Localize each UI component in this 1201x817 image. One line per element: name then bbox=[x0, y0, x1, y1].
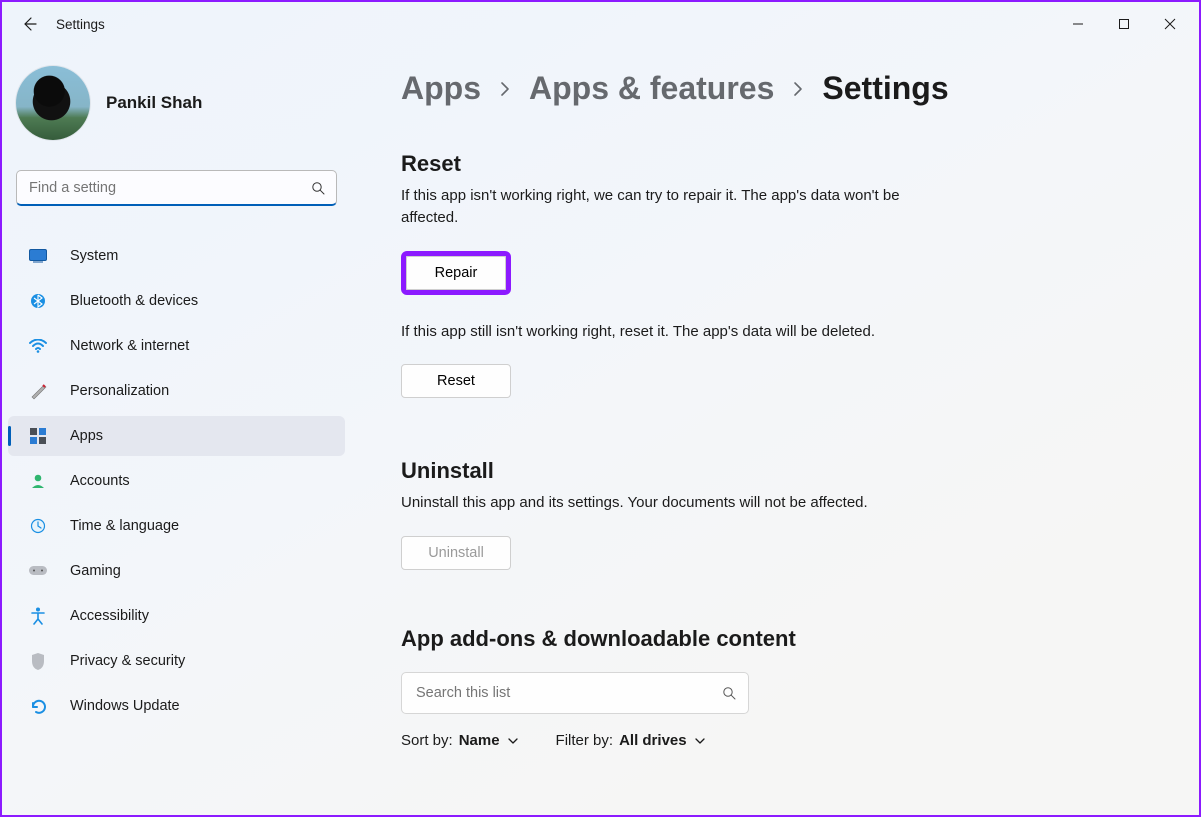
breadcrumb-apps[interactable]: Apps bbox=[401, 70, 481, 107]
sidebar-item-label: Bluetooth & devices bbox=[70, 293, 198, 309]
avatar bbox=[16, 66, 90, 140]
addons-search-input[interactable] bbox=[402, 685, 710, 701]
breadcrumb-current: Settings bbox=[822, 70, 948, 107]
minimize-button[interactable] bbox=[1055, 8, 1101, 40]
search-box[interactable] bbox=[16, 170, 337, 206]
sidebar-item-gaming[interactable]: Gaming bbox=[8, 551, 345, 591]
back-icon bbox=[21, 16, 37, 32]
clock-icon bbox=[28, 516, 48, 536]
sidebar-item-bluetooth[interactable]: Bluetooth & devices bbox=[8, 281, 345, 321]
repair-button[interactable]: Repair bbox=[406, 256, 506, 290]
chevron-right-icon bbox=[792, 81, 804, 97]
filter-label: Filter by: bbox=[556, 732, 614, 749]
back-button[interactable] bbox=[8, 6, 50, 42]
reset-heading: Reset bbox=[401, 151, 1159, 177]
sidebar-item-privacy[interactable]: Privacy & security bbox=[8, 641, 345, 681]
sidebar-nav: System Bluetooth & devices Network & int… bbox=[2, 236, 351, 726]
sidebar-item-label: Accessibility bbox=[70, 608, 149, 624]
uninstall-button: Uninstall bbox=[401, 536, 511, 570]
apps-icon bbox=[28, 426, 48, 446]
profile-block[interactable]: Pankil Shah bbox=[2, 46, 351, 140]
uninstall-description: Uninstall this app and its settings. You… bbox=[401, 492, 961, 514]
chevron-right-icon bbox=[499, 81, 511, 97]
uninstall-section: Uninstall Uninstall this app and its set… bbox=[401, 458, 1159, 570]
sidebar-item-label: System bbox=[70, 248, 118, 264]
sidebar-item-label: Gaming bbox=[70, 563, 121, 579]
close-button[interactable] bbox=[1147, 8, 1193, 40]
brush-icon bbox=[28, 381, 48, 401]
repair-description: If this app isn't working right, we can … bbox=[401, 185, 921, 229]
sort-label: Sort by: bbox=[401, 732, 453, 749]
sidebar-item-label: Personalization bbox=[70, 383, 169, 399]
sort-by-dropdown[interactable]: Sort by: Name bbox=[401, 732, 520, 749]
shield-icon bbox=[28, 651, 48, 671]
system-icon bbox=[28, 246, 48, 266]
bluetooth-icon bbox=[28, 291, 48, 311]
breadcrumb: Apps Apps & features Settings bbox=[401, 64, 1159, 107]
sidebar-item-system[interactable]: System bbox=[8, 236, 345, 276]
sort-value: Name bbox=[459, 732, 500, 749]
sidebar-item-label: Privacy & security bbox=[70, 653, 185, 669]
search-input[interactable] bbox=[17, 180, 300, 196]
addons-search-box[interactable] bbox=[401, 672, 749, 714]
filter-by-dropdown[interactable]: Filter by: All drives bbox=[556, 732, 707, 749]
person-icon bbox=[28, 471, 48, 491]
uninstall-heading: Uninstall bbox=[401, 458, 1159, 484]
wifi-icon bbox=[28, 336, 48, 356]
search-icon bbox=[710, 686, 748, 700]
chevron-down-icon bbox=[506, 734, 520, 748]
sidebar-item-apps[interactable]: Apps bbox=[8, 416, 345, 456]
reset-description: If this app still isn't working right, r… bbox=[401, 321, 961, 343]
accessibility-icon bbox=[28, 606, 48, 626]
sidebar-item-label: Accounts bbox=[70, 473, 130, 489]
sidebar-item-label: Network & internet bbox=[70, 338, 189, 354]
addons-section: App add-ons & downloadable content Sort … bbox=[401, 626, 1159, 749]
maximize-button[interactable] bbox=[1101, 8, 1147, 40]
profile-name: Pankil Shah bbox=[106, 93, 202, 113]
sidebar-item-personalization[interactable]: Personalization bbox=[8, 371, 345, 411]
maximize-icon bbox=[1118, 18, 1130, 30]
close-icon bbox=[1164, 18, 1176, 30]
sidebar-item-accounts[interactable]: Accounts bbox=[8, 461, 345, 501]
addons-heading: App add-ons & downloadable content bbox=[401, 626, 1159, 652]
sidebar-item-update[interactable]: Windows Update bbox=[8, 686, 345, 726]
breadcrumb-apps-features[interactable]: Apps & features bbox=[529, 70, 774, 107]
highlight-box: Repair bbox=[401, 251, 511, 295]
filter-value: All drives bbox=[619, 732, 687, 749]
sidebar-item-label: Apps bbox=[70, 428, 103, 444]
update-icon bbox=[28, 696, 48, 716]
sidebar-item-label: Windows Update bbox=[70, 698, 180, 714]
sidebar-item-label: Time & language bbox=[70, 518, 179, 534]
reset-section: Reset If this app isn't working right, w… bbox=[401, 151, 1159, 398]
minimize-icon bbox=[1072, 18, 1084, 30]
sidebar-item-network[interactable]: Network & internet bbox=[8, 326, 345, 366]
window-title: Settings bbox=[56, 17, 105, 32]
search-icon bbox=[300, 181, 336, 195]
reset-button[interactable]: Reset bbox=[401, 364, 511, 398]
sidebar-item-time[interactable]: Time & language bbox=[8, 506, 345, 546]
gamepad-icon bbox=[28, 561, 48, 581]
sidebar-item-accessibility[interactable]: Accessibility bbox=[8, 596, 345, 636]
chevron-down-icon bbox=[693, 734, 707, 748]
